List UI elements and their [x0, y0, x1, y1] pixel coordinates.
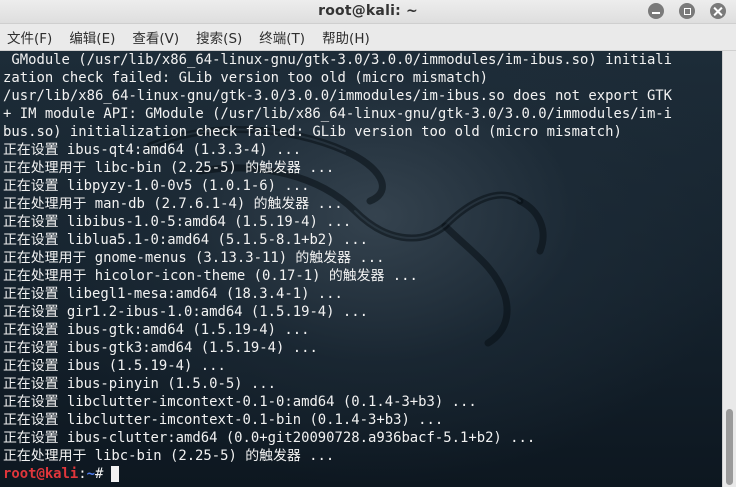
text-cursor [111, 466, 120, 482]
menu-terminal[interactable]: 终端(T) [259, 27, 305, 47]
terminal-line: 正在设置 ibus-gtk3:amd64 (1.5.19-4) ... [3, 340, 318, 356]
menu-edit[interactable]: 编辑(E) [69, 27, 115, 47]
vertical-scrollbar[interactable] [722, 51, 736, 487]
terminal-line: 正在设置 ibus-gtk:amd64 (1.5.19-4) ... [3, 322, 310, 338]
terminal-line: 正在设置 libclutter-imcontext-0.1-bin (0.1.4… [3, 412, 444, 428]
maximize-button[interactable] [679, 3, 695, 19]
terminal-line: /usr/lib/x86_64-linux-gnu/gtk-3.0/3.0.0/… [3, 88, 673, 104]
terminal-line: 正在设置 ibus (1.5.19-4) ... [3, 358, 226, 374]
title-bar[interactable]: root@kali: ~ [0, 0, 736, 24]
shell-prompt[interactable]: root@kali: ~ # [3, 465, 672, 483]
minimize-icon [652, 11, 660, 14]
prompt-directory: ~ [86, 466, 96, 482]
scrollbar-thumb[interactable] [726, 409, 733, 485]
terminal-line: 正在设置 libclutter-imcontext-0.1-0:amd64 (0… [3, 394, 477, 410]
terminal-line: + IM module API: GModule (/usr/lib/x86_6… [3, 106, 673, 122]
terminal-line: 正在设置 libpyzy-1.0-0v5 (1.0.1-6) ... [3, 178, 310, 194]
terminal-line: 正在设置 ibus-pinyin (1.5.0-5) ... [3, 376, 276, 392]
terminal-lines: GModule (/usr/lib/x86_64-linux-gnu/gtk-3… [3, 51, 672, 483]
terminal-line: 正在设置 liblua5.1-0:amd64 (5.1.5-8.1+b2) ..… [3, 232, 368, 248]
prompt-user-host: root@kali [3, 466, 79, 482]
terminal-line: 正在设置 libibus-1.0-5:amd64 (1.5.19-4) ... [3, 214, 352, 230]
prompt-symbol: # [95, 466, 104, 482]
menu-search[interactable]: 搜索(S) [196, 27, 242, 47]
terminal-line: 正在处理用于 gnome-menus (3.13.3-11) 的触发器 ... [3, 250, 385, 266]
terminal-line: 正在处理用于 libc-bin (2.25-5) 的触发器 ... [3, 448, 335, 464]
terminal-line: zation check failed: GLib version too ol… [3, 70, 489, 86]
menu-view[interactable]: 查看(V) [132, 27, 179, 47]
terminal-output-area[interactable]: GModule (/usr/lib/x86_64-linux-gnu/gtk-3… [0, 51, 722, 487]
prompt-separator: : [78, 466, 87, 482]
close-icon [714, 7, 723, 16]
terminal-line: 正在处理用于 man-db (2.7.6.1-4) 的触发器 ... [3, 196, 343, 212]
terminal-line: 正在设置 ibus-clutter:amd64 (0.0+git20090728… [3, 430, 536, 446]
terminal-line: bus.so) initialization check failed: GLi… [3, 124, 622, 140]
minimize-button[interactable] [648, 3, 664, 19]
menu-bar: 文件(F) 编辑(E) 查看(V) 搜索(S) 终端(T) 帮助(H) [0, 24, 736, 51]
terminal-window: root@kali: ~ 文件(F) 编辑(E) 查看(V) 搜索(S) 终端(… [0, 0, 736, 487]
terminal-line: GModule (/usr/lib/x86_64-linux-gnu/gtk-3… [3, 52, 673, 68]
menu-file[interactable]: 文件(F) [7, 27, 52, 47]
terminal-line: 正在处理用于 libc-bin (2.25-5) 的触发器 ... [3, 160, 335, 176]
window-title: root@kali: ~ [318, 3, 418, 19]
terminal-line: 正在处理用于 hicolor-icon-theme (0.17-1) 的触发器 … [3, 268, 418, 284]
terminal-line: 正在设置 gir1.2-ibus-1.0:amd64 (1.5.19-4) ..… [3, 304, 368, 320]
terminal-line: 正在设置 ibus-qt4:amd64 (1.3.3-4) ... [3, 142, 302, 158]
terminal-line: 正在设置 libegl1-mesa:amd64 (18.3.4-1) ... [3, 286, 343, 302]
close-button[interactable] [710, 3, 726, 19]
menu-help[interactable]: 帮助(H) [322, 27, 370, 47]
maximize-icon [683, 7, 691, 15]
